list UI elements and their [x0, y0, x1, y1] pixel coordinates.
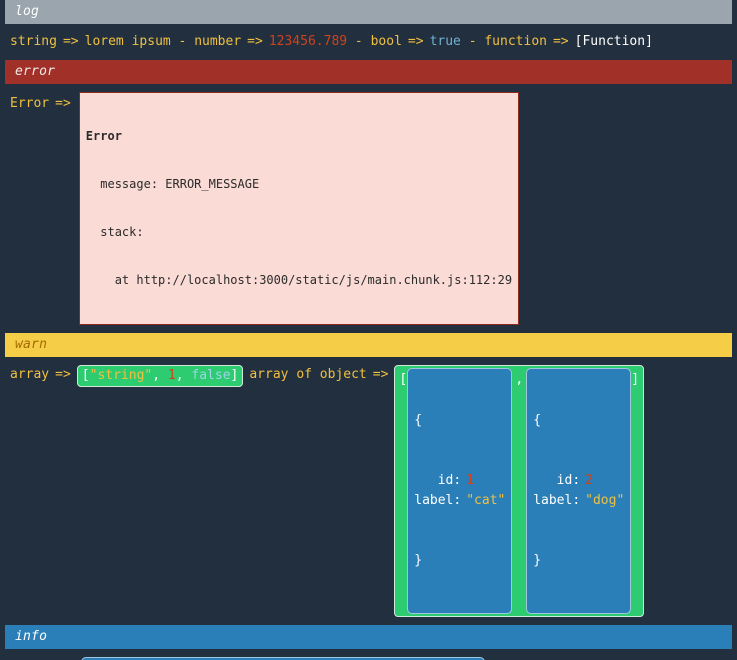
error-box-stack-label: stack: — [85, 225, 144, 239]
array-of-object-item-1[interactable]: { id: 2 label: "dog" } — [526, 368, 632, 614]
log-label-bool: bool — [370, 34, 402, 49]
warn-label-array: array — [10, 367, 50, 382]
log-label-function: function — [484, 34, 547, 49]
log-label-string: string — [10, 34, 57, 49]
error-label: Error — [10, 96, 50, 111]
warn-arrow-array-of-object: => — [372, 367, 389, 382]
section-warn: warn array => [ "string" , 1 , false ] a… — [0, 333, 737, 625]
object-open-brace-1: { — [533, 413, 542, 428]
object-row: id: 2 — [533, 471, 624, 491]
object-row: label: "dog" — [533, 491, 624, 511]
section-header-info[interactable]: info — [5, 625, 732, 649]
array-of-object-close-bracket: ] — [631, 372, 640, 387]
section-error: error Error => Error message: ERROR_MESS… — [0, 60, 737, 333]
error-arrow: => — [55, 96, 71, 111]
log-value-bool: true — [429, 34, 461, 49]
console-root: log string => lorem ipsum - number => 12… — [0, 0, 737, 660]
log-label-number: number — [194, 34, 242, 49]
section-body-info: object => { string: "string" number: 345… — [0, 649, 737, 660]
error-box-message: message: ERROR_MESSAGE — [85, 177, 260, 191]
array-open-bracket: [ — [81, 368, 90, 383]
log-arrow-number: => — [247, 34, 263, 49]
array-item-2: false — [191, 368, 231, 383]
array-of-object-open-bracket: [ — [399, 372, 408, 387]
section-header-log[interactable]: log — [5, 0, 732, 24]
log-arrow-function: => — [552, 34, 569, 49]
warn-arrow-array: => — [55, 367, 71, 382]
object-value-id-1: 2 — [585, 473, 593, 488]
section-header-warn[interactable]: warn — [5, 333, 732, 357]
object-value-label-1: "dog" — [585, 493, 625, 508]
object-value-id-0: 1 — [466, 473, 475, 488]
section-header-error[interactable]: error — [5, 60, 732, 84]
object-rows-0: id: 1 label: "cat" — [414, 471, 505, 511]
array-comma-0: , — [152, 368, 168, 383]
array-item-1: 1 — [167, 368, 176, 383]
log-value-number: 123456.789 — [268, 34, 348, 49]
object-row: id: 1 — [414, 471, 505, 491]
warn-array-of-object-badge[interactable]: [ { id: 1 label: "cat" } , {id: 2 label… — [394, 365, 645, 617]
object-value-label-0: "cat" — [466, 493, 506, 508]
array-of-object-item-0[interactable]: { id: 1 label: "cat" } — [407, 368, 513, 614]
error-box-title: Error — [85, 129, 122, 143]
section-body-warn: array => [ "string" , 1 , false ] array … — [0, 357, 737, 625]
log-separator-1: - — [170, 34, 195, 49]
log-value-function: [Function] — [574, 34, 653, 49]
object-key-label-1: label: — [533, 493, 581, 508]
error-box-stack-frame: at http://localhost:3000/static/js/main.… — [85, 273, 513, 287]
object-rows-1: id: 2 label: "dog" — [533, 471, 624, 511]
object-open-brace-0: { — [414, 413, 423, 428]
object-row: label: "cat" — [414, 491, 505, 511]
log-arrow-bool: => — [407, 34, 424, 49]
object-key-label-0: label: — [414, 493, 462, 508]
warn-array-badge[interactable]: [ "string" , 1 , false ] — [76, 365, 244, 387]
warn-label-array-of-object: array of object — [249, 367, 367, 382]
log-separator-3: - — [460, 34, 485, 49]
section-info: info object => { string: "string" number… — [0, 625, 737, 660]
array-of-object-comma: , — [515, 372, 524, 387]
object-key-id-0: id: — [437, 473, 462, 488]
array-comma-1: , — [175, 368, 192, 383]
section-log: log string => lorem ipsum - number => 12… — [0, 0, 737, 60]
section-body-error: Error => Error message: ERROR_MESSAGE st… — [0, 84, 737, 333]
error-stack-box[interactable]: Error message: ERROR_MESSAGE stack: at h… — [78, 92, 520, 325]
log-value-string: lorem ipsum — [84, 34, 171, 49]
log-arrow-string: => — [62, 34, 79, 49]
section-body-log: string => lorem ipsum - number => 123456… — [0, 24, 737, 60]
array-close-bracket: ] — [230, 368, 239, 383]
error-entry: Error => Error message: ERROR_MESSAGE st… — [10, 92, 520, 325]
object-close-brace-0: } — [414, 553, 423, 568]
log-separator-2: - — [347, 34, 371, 49]
object-key-id-1: id: — [556, 473, 581, 488]
array-item-0: "string" — [89, 368, 153, 383]
object-close-brace-1: } — [533, 553, 542, 568]
